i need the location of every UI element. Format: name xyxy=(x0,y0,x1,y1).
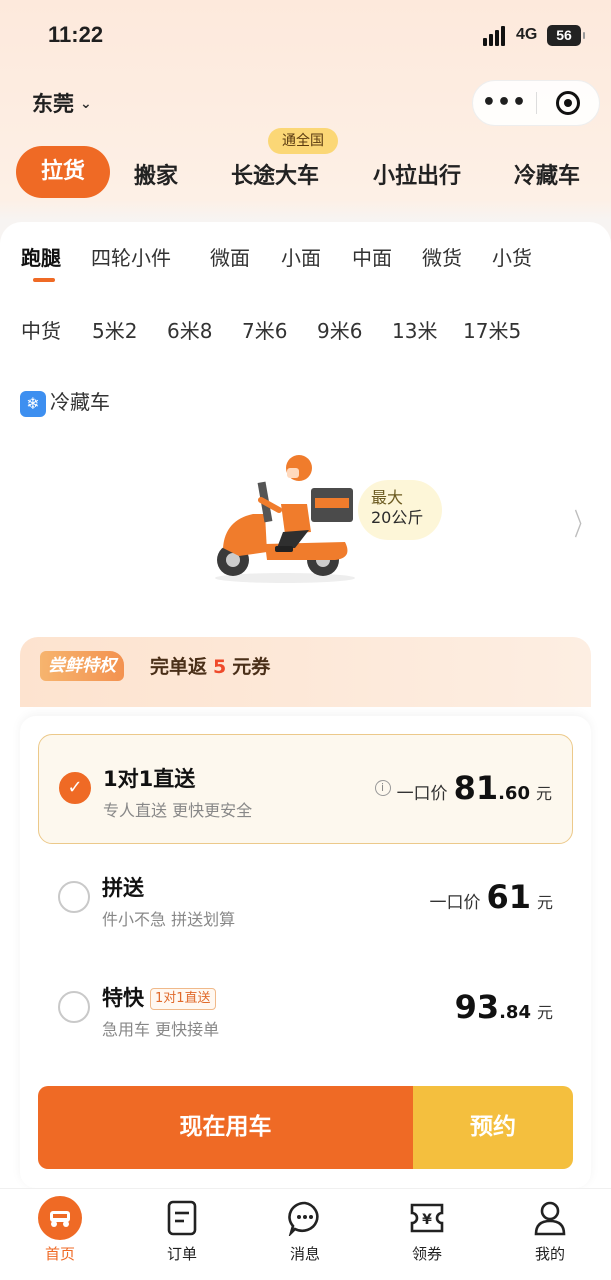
vehicle-type-7m6[interactable]: 7米6 xyxy=(242,315,287,344)
option-title: 特快 1对1直送 xyxy=(102,982,216,1012)
status-time: 11:22 xyxy=(48,22,104,47)
price-unit: 元 xyxy=(535,784,552,803)
tab-moving[interactable]: 搬家 xyxy=(134,158,178,190)
coupon-icon: ¥ xyxy=(404,1195,450,1241)
price-fraction: .60 xyxy=(498,783,530,804)
vehicle-type-13m[interactable]: 13米 xyxy=(392,315,437,344)
nav-label: 我的 xyxy=(534,1245,565,1263)
vehicle-type-errand[interactable]: 跑腿 xyxy=(21,242,61,271)
city-name: 东莞 xyxy=(32,92,74,116)
vehicle-type-9m6[interactable]: 9米6 xyxy=(317,315,362,344)
more-icon[interactable]: ••• xyxy=(473,80,536,126)
delivery-options-panel: ✓ 1对1直送 专人直送 更快更安全 i 一口价 81 .60 元 拼送 件小不… xyxy=(20,716,591,1188)
promo-text: 完单返 5 元券 xyxy=(150,652,270,679)
battery-icon: 56 xyxy=(547,25,585,46)
radio-unchecked-icon[interactable] xyxy=(58,991,90,1023)
reserve-button[interactable]: 预约 xyxy=(413,1086,573,1169)
option-price: 一口价 61 元 xyxy=(429,878,553,916)
bottom-nav: 首页 订单 消息 ¥ 领券 我的 xyxy=(0,1188,611,1280)
tab-refrigerated[interactable]: 冷藏车 xyxy=(514,158,580,190)
miniprogram-capsule: ••• xyxy=(472,80,600,126)
nav-label: 消息 xyxy=(289,1245,320,1263)
price-label: 一口价 xyxy=(429,893,481,913)
vehicle-type-5m2[interactable]: 5米2 xyxy=(92,315,137,344)
option-subtitle: 件小不急 拼送划算 xyxy=(102,910,236,929)
nav-home[interactable]: 首页 xyxy=(15,1195,105,1264)
vehicle-type-small-truck[interactable]: 小货 xyxy=(492,242,532,271)
truck-icon xyxy=(38,1196,82,1240)
option-carpool[interactable]: 拼送 件小不急 拼送划算 一口价 61 元 xyxy=(38,844,573,954)
radio-unchecked-icon[interactable] xyxy=(58,881,90,913)
option-title-text: 特快 xyxy=(102,986,144,1010)
option-subtitle: 急用车 更快接单 xyxy=(102,1020,220,1039)
chevron-right-icon[interactable]: 〉 xyxy=(574,500,592,544)
option-direct[interactable]: ✓ 1对1直送 专人直送 更快更安全 i 一口价 81 .60 元 xyxy=(38,734,573,844)
svg-text:¥: ¥ xyxy=(422,1212,432,1228)
price-label: 一口价 xyxy=(396,784,448,804)
price-integer: 93 xyxy=(454,988,500,1026)
vehicle-type-mini-truck[interactable]: 微货 xyxy=(422,242,462,271)
nav-label: 首页 xyxy=(44,1245,75,1263)
capacity-value: 20公斤 xyxy=(371,508,424,527)
snowflake-icon: ❄ xyxy=(20,390,46,417)
info-icon[interactable]: i xyxy=(374,780,391,796)
use-now-button[interactable]: 现在用车 xyxy=(38,1086,413,1169)
status-bar: 11:22 4G 56 xyxy=(0,0,611,70)
promo-prefix: 完单返 xyxy=(150,656,208,678)
network-type: 4G xyxy=(516,26,538,43)
option-title: 1对1直送 xyxy=(103,767,196,791)
profile-icon xyxy=(527,1195,573,1241)
vehicle-type-small-van[interactable]: 小面 xyxy=(281,242,321,271)
vehicle-type-17m5[interactable]: 17米5 xyxy=(463,315,521,344)
nav-label: 领券 xyxy=(411,1245,442,1263)
capacity-label: 最大 xyxy=(371,488,404,507)
vehicle-type-cold[interactable]: ❄ 冷藏车 xyxy=(20,386,110,417)
nav-coupons[interactable]: ¥ 领券 xyxy=(382,1195,472,1264)
promo-banner[interactable]: 尝鲜特权 完单返 5 元券 xyxy=(20,637,591,707)
tab-long-haul-truck[interactable]: 长途大车 xyxy=(231,158,319,190)
option-express[interactable]: 特快 1对1直送 急用车 更快接单 93 .84 元 xyxy=(38,954,573,1064)
chevron-down-icon: ⌄ xyxy=(80,96,92,112)
vehicle-type-6m8[interactable]: 6米8 xyxy=(167,315,212,344)
radio-checked-icon[interactable]: ✓ xyxy=(59,772,91,804)
signal-icon xyxy=(483,26,509,46)
message-icon xyxy=(282,1195,328,1241)
vehicle-type-small-parcel[interactable]: 四轮小件 xyxy=(91,242,171,271)
vehicle-type-medium-truck[interactable]: 中货 xyxy=(21,315,61,344)
tab-cargo[interactable]: 拉货 xyxy=(16,146,110,198)
option-title: 拼送 xyxy=(102,876,144,900)
price-fraction: .84 xyxy=(499,1002,531,1023)
tab-ride[interactable]: 小拉出行 xyxy=(373,158,461,190)
nav-messages[interactable]: 消息 xyxy=(260,1195,350,1264)
promo-amount: 5 xyxy=(213,656,227,678)
price-integer: 81 xyxy=(453,769,499,807)
nav-label: 订单 xyxy=(166,1245,197,1263)
city-selector[interactable]: 东莞 ⌄ xyxy=(32,88,92,118)
price-unit: 元 xyxy=(536,1003,553,1022)
option-tag: 1对1直送 xyxy=(150,988,216,1010)
electric-scooter-illustration xyxy=(215,455,355,583)
promo-suffix: 元券 xyxy=(232,656,271,678)
option-price: 93 .84 元 xyxy=(455,988,553,1026)
capacity-bubble: 最大 20公斤 xyxy=(358,480,442,540)
close-miniprogram-icon[interactable] xyxy=(537,80,599,126)
promo-tag: 尝鲜特权 xyxy=(40,651,124,681)
option-price: i 一口价 81 .60 元 xyxy=(374,769,552,807)
vehicle-type-medium-van[interactable]: 中面 xyxy=(352,242,392,271)
nav-orders[interactable]: 订单 xyxy=(137,1195,227,1264)
cold-label: 冷藏车 xyxy=(50,390,110,414)
nationwide-badge: 通全国 xyxy=(268,128,338,154)
price-integer: 61 xyxy=(486,878,531,916)
selected-underline xyxy=(33,278,55,282)
nav-profile[interactable]: 我的 xyxy=(505,1195,595,1264)
option-subtitle: 专人直送 更快更安全 xyxy=(103,801,253,820)
vehicle-type-mini-van[interactable]: 微面 xyxy=(210,242,250,271)
price-unit: 元 xyxy=(536,893,553,912)
order-icon xyxy=(159,1195,205,1241)
